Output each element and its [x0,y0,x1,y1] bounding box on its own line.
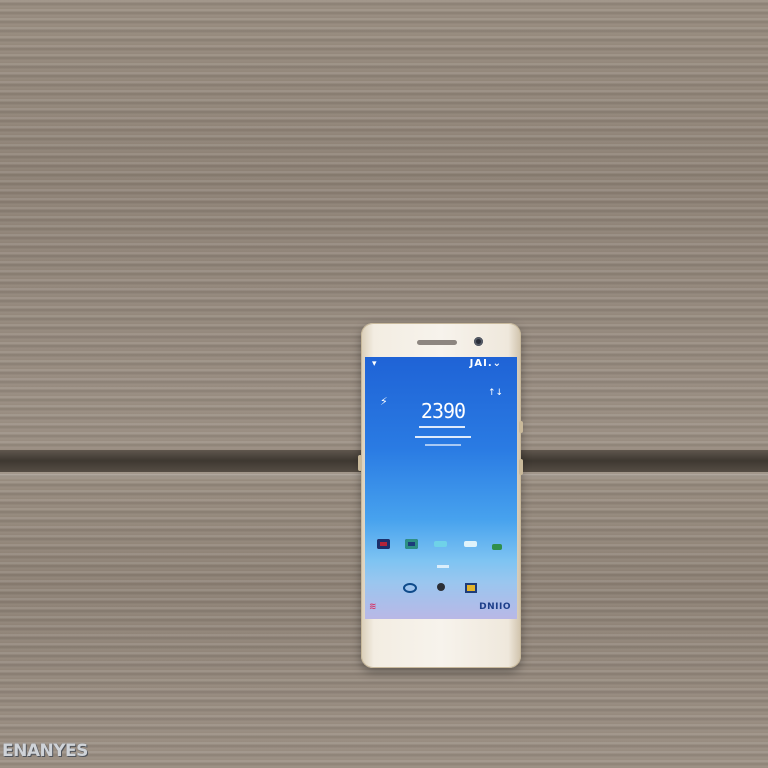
page-indicator [437,565,449,568]
app-icon[interactable] [434,541,447,547]
app-icon[interactable] [377,539,390,549]
date-line [419,426,465,428]
data-usage-icon[interactable]: ↑↓ [488,389,503,409]
wifi-icon: ▾ [372,359,377,369]
app-icon[interactable] [492,544,502,550]
weather-icon[interactable]: ⚡ [380,396,394,408]
volume-button [358,455,362,471]
dock-icon[interactable] [465,583,477,593]
app-icon[interactable] [405,539,418,549]
dock-row [365,583,517,597]
phone-screen[interactable]: ▾ JAI.⌄ ⚡ ↑↓ 2390 ≋ DNIIO [365,357,517,619]
side-key [519,459,523,475]
date-line [425,444,461,446]
launcher-icon[interactable]: ≋ [369,602,377,612]
clock-widget[interactable]: 2390 [411,399,475,423]
power-button [519,421,523,433]
watermark: ENANYES [2,741,88,761]
dock-icon[interactable] [437,583,445,591]
earpiece-speaker [417,340,457,345]
app-icon-row [365,539,517,553]
date-line [415,436,471,438]
dock-icon[interactable] [403,583,417,593]
dock-label: DNIIO [479,602,511,612]
app-icon[interactable] [464,541,477,547]
status-bar: ▾ JAI.⌄ [365,357,517,373]
wood-background: ▾ JAI.⌄ ⚡ ↑↓ 2390 ≋ DNIIO ENANYES [0,0,768,768]
status-indicators: JAI.⌄ [469,358,502,369]
phone-chin [365,619,517,665]
smartphone[interactable]: ▾ JAI.⌄ ⚡ ↑↓ 2390 ≋ DNIIO [358,323,523,668]
front-camera [474,337,483,346]
